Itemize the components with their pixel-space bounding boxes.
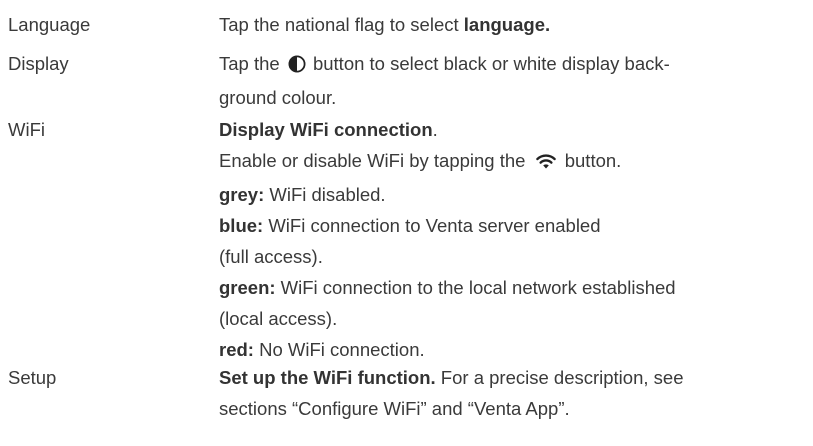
wifi-grey-text: WiFi disabled. <box>264 184 386 205</box>
wifi-icon <box>534 148 558 179</box>
wifi-green-line: green: WiFi connection to the local netw… <box>219 272 804 303</box>
wifi-red-label: red: <box>219 339 254 360</box>
display-line-2: ground colour. <box>219 87 337 108</box>
contrast-icon <box>288 51 306 82</box>
wifi-term: WiFi <box>8 119 45 140</box>
display-term: Display <box>8 53 69 74</box>
wifi-grey-label: grey: <box>219 184 265 205</box>
wifi-blue-line: blue: WiFi connection to Venta server en… <box>219 210 804 241</box>
wifi-title-line: Display WiFi connection. <box>219 114 804 145</box>
wifi-green-label: green: <box>219 277 276 298</box>
display-text-before: Tap the <box>219 53 285 74</box>
wifi-blue-label: blue: <box>219 215 264 236</box>
wifi-description: Display WiFi connection. Enable or disab… <box>219 114 804 365</box>
display-line-1: Tap the button to select black or white … <box>219 48 804 82</box>
wifi-enable-after: button. <box>559 150 622 171</box>
setup-bold: Set up the WiFi function. <box>219 367 436 388</box>
wifi-enable-line: Enable or disable WiFi by tapping the bu… <box>219 145 804 179</box>
instruction-table: Language Tap the national flag to select… <box>0 0 813 446</box>
language-text: Tap the national flag to select <box>219 14 464 35</box>
wifi-enable-before: Enable or disable WiFi by tapping the <box>219 150 531 171</box>
wifi-grey-line: grey: WiFi disabled. <box>219 179 804 210</box>
language-bold: language. <box>463 14 551 35</box>
setup-line-2: sections “Configure WiFi” and “Venta App… <box>219 398 570 419</box>
wifi-title-punct: . <box>432 119 438 140</box>
language-line: Tap the national flag to select language… <box>219 9 804 40</box>
wifi-title: Display WiFi connection <box>219 119 433 140</box>
display-description: Tap the button to select black or white … <box>219 48 804 113</box>
wifi-blue-line-2: (full access). <box>219 246 323 267</box>
wifi-red-line: red: No WiFi connection. <box>219 334 804 365</box>
language-description: Tap the national flag to select language… <box>219 9 804 40</box>
setup-text-after: For a precise description, see <box>435 367 684 388</box>
wifi-green-line-2: (local access). <box>219 308 338 329</box>
wifi-blue-text: WiFi connection to Venta server enabled <box>263 215 601 236</box>
display-text-after: button to select black or white display … <box>307 53 670 74</box>
wifi-green-text: WiFi connection to the local network est… <box>275 277 676 298</box>
setup-description: Set up the WiFi function. For a precise … <box>219 362 804 424</box>
language-term: Language <box>8 14 91 35</box>
setup-term: Setup <box>8 367 57 388</box>
wifi-red-text: No WiFi connection. <box>253 339 425 360</box>
setup-line-1: Set up the WiFi function. For a precise … <box>219 362 804 393</box>
